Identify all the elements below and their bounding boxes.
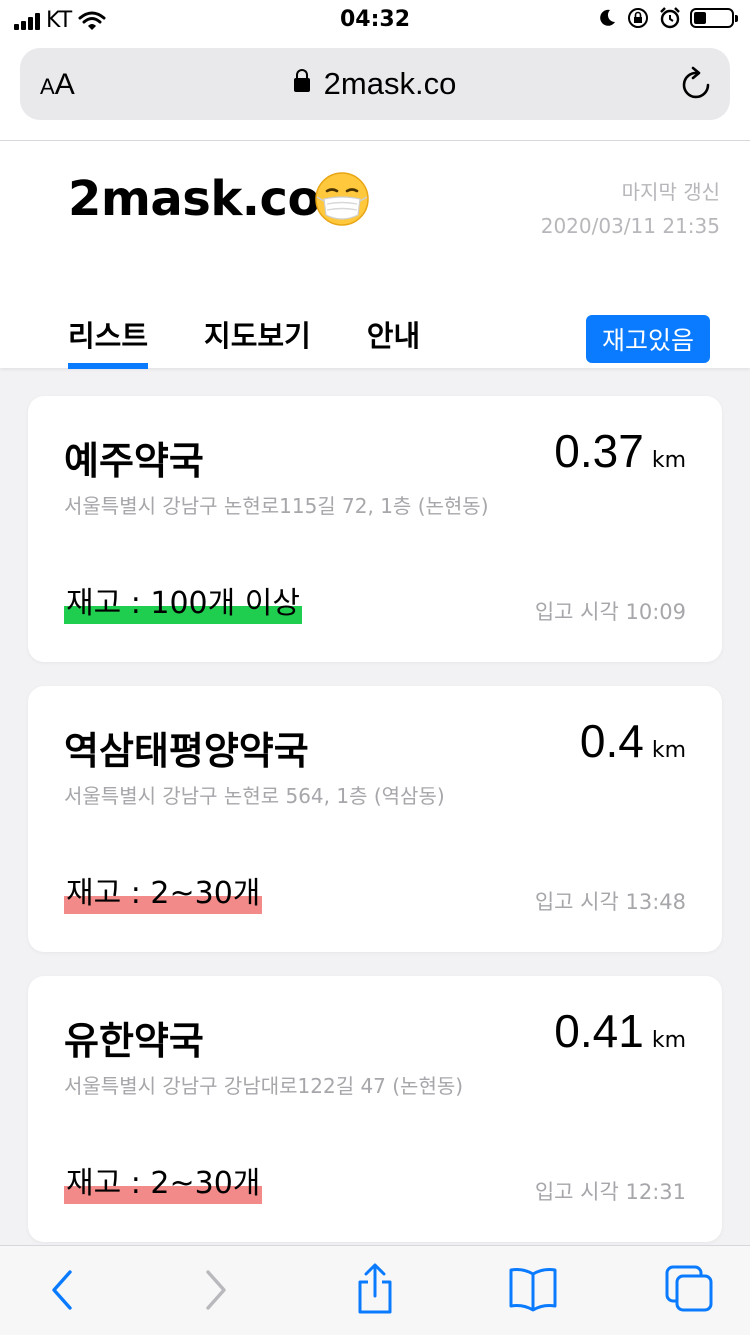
status-bar: KT 04:32 — [0, 0, 750, 40]
alarm-icon — [660, 7, 680, 29]
last-updated: 마지막 갱신 2020/03/11 21:35 — [541, 175, 720, 243]
stock-text: 재고 : 2~30개 — [66, 876, 261, 911]
orientation-lock-icon — [628, 8, 648, 28]
arrival-time: 입고 시각 13:48 — [534, 890, 686, 914]
distance-value: 0.37 — [554, 425, 644, 477]
distance: 0.37 km — [554, 424, 686, 478]
lock-icon — [293, 69, 310, 92]
pharmacy-card[interactable]: 유한약국 0.41 km 서울특별시 강남구 강남대로122길 47 (논현동) … — [28, 976, 722, 1242]
url-display[interactable]: 2mask.co — [20, 66, 730, 102]
url-text: 2mask.co — [323, 66, 457, 101]
stock-text: 재고 : 2~30개 — [66, 1166, 261, 1201]
share-icon[interactable] — [354, 1262, 396, 1316]
distance-unit: km — [651, 1028, 686, 1053]
face-with-mask-emoji-icon — [315, 172, 369, 226]
site-title[interactable]: 2mask.co — [68, 171, 320, 227]
tab-bar: 리스트 지도보기 안내 — [68, 313, 476, 369]
reload-icon[interactable] — [680, 64, 714, 102]
forward-icon[interactable] — [202, 1266, 232, 1314]
pharmacy-address: 서울특별시 강남구 논현로115길 72, 1층 (논현동) — [64, 494, 489, 518]
in-stock-filter-button[interactable]: 재고있음 — [585, 315, 710, 363]
stock-status: 재고 : 2~30개 — [64, 876, 263, 914]
distance-unit: km — [651, 448, 686, 473]
last-updated-label: 마지막 갱신 — [621, 180, 720, 204]
pharmacy-list: 예주약국 0.37 km 서울특별시 강남구 논현로115길 72, 1층 (논현… — [28, 396, 722, 1266]
pharmacy-name: 역삼태평양약국 — [64, 729, 309, 773]
stock-text: 재고 : 100개 이상 — [66, 586, 300, 621]
pharmacy-card[interactable]: 역삼태평양약국 0.4 km 서울특별시 강남구 논현로 564, 1층 (역삼동… — [28, 686, 722, 952]
last-updated-time: 2020/03/11 21:35 — [540, 214, 720, 238]
stock-status: 재고 : 100개 이상 — [64, 586, 302, 624]
distance-unit: km — [651, 738, 686, 763]
pharmacy-address: 서울특별시 강남구 강남대로122길 47 (논현동) — [64, 1074, 464, 1098]
arrival-time: 입고 시각 12:31 — [534, 1180, 686, 1204]
browser-toolbar — [0, 1245, 750, 1335]
back-icon[interactable] — [46, 1266, 76, 1314]
stock-status: 재고 : 2~30개 — [64, 1166, 263, 1204]
distance: 0.4 km — [580, 714, 686, 768]
tab-map[interactable]: 지도보기 — [204, 313, 311, 367]
distance-value: 0.41 — [554, 1005, 644, 1057]
moon-icon — [600, 9, 615, 26]
tab-info[interactable]: 안내 — [367, 313, 420, 367]
tabs-icon[interactable] — [664, 1264, 716, 1314]
pharmacy-name: 예주약국 — [64, 439, 204, 483]
distance-value: 0.4 — [579, 715, 644, 767]
pharmacy-name: 유한약국 — [64, 1019, 204, 1063]
browser-address-area: AA 2mask.co — [0, 40, 750, 141]
address-bar[interactable]: AA 2mask.co — [20, 48, 730, 120]
status-right — [596, 6, 738, 30]
bookmarks-icon[interactable] — [508, 1266, 558, 1312]
pharmacy-card[interactable]: 예주약국 0.37 km 서울특별시 강남구 논현로115길 72, 1층 (논현… — [28, 396, 722, 662]
site-header: 2mask.co 마지막 갱신 2020/03/11 21:35 리스트 지도보… — [0, 141, 750, 369]
arrival-time: 입고 시각 10:09 — [534, 600, 686, 624]
pharmacy-address: 서울특별시 강남구 논현로 564, 1층 (역삼동) — [64, 784, 445, 808]
tab-list[interactable]: 리스트 — [68, 313, 149, 369]
battery-icon — [690, 8, 738, 28]
distance: 0.41 km — [554, 1004, 686, 1058]
